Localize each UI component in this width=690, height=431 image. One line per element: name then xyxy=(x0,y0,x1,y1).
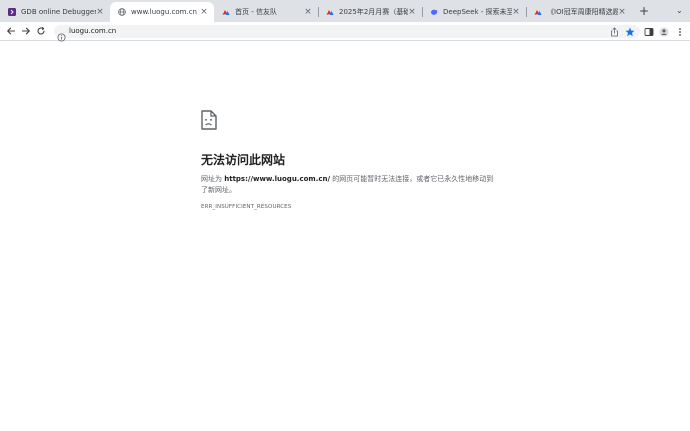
close-icon[interactable]: × xyxy=(618,7,626,17)
tab-luogu[interactable]: www.luogu.com.cn × xyxy=(110,2,214,22)
reload-icon[interactable] xyxy=(35,25,47,37)
error-url: https://www.luogu.com.cn/ xyxy=(224,175,331,183)
xinyoudui-icon xyxy=(326,8,334,16)
side-panel-icon[interactable] xyxy=(644,27,654,37)
tab-search-icon[interactable]: ⌄ xyxy=(676,6,683,15)
forward-icon[interactable] xyxy=(20,25,32,37)
error-code: ERR_INSUFFICIENT_RESOURCES xyxy=(201,204,292,210)
tab-gdb[interactable]: GDB online Debugger | Cod × xyxy=(0,2,110,22)
error-description: 网址为 https://www.luogu.com.cn/ 的网页可能暂时无法连… xyxy=(201,174,496,196)
close-icon[interactable]: × xyxy=(408,7,416,17)
tab-deepseek[interactable]: DeepSeek - 探索未至之境 × xyxy=(422,2,526,22)
close-icon[interactable]: × xyxy=(200,7,208,17)
tab-title: www.luogu.com.cn xyxy=(131,8,197,16)
new-tab-button[interactable]: + xyxy=(637,4,651,18)
error-heading: 无法访问此网站 xyxy=(201,153,286,167)
tab-title: GDB online Debugger | Cod xyxy=(21,8,96,16)
url-text[interactable]: luogu.com.cn xyxy=(69,26,116,37)
tab-title: 2025年2月月赛（基础组） xyxy=(339,8,408,16)
desc-prefix: 网址为 xyxy=(201,175,225,183)
bookmark-star-icon[interactable] xyxy=(625,27,635,37)
back-icon[interactable] xyxy=(5,25,17,37)
profile-icon[interactable] xyxy=(659,27,669,37)
tab-ioi-list[interactable]: 《IOI冠军周康阳精选题单》 × xyxy=(526,2,632,22)
info-icon[interactable] xyxy=(57,27,66,42)
close-icon[interactable]: × xyxy=(96,7,104,17)
xinyoudui-icon xyxy=(222,8,230,16)
address-bar[interactable]: luogu.com.cn xyxy=(54,25,640,42)
tab-title: 首页 - 信友队 xyxy=(235,8,277,16)
close-icon[interactable]: × xyxy=(304,7,312,17)
tab-title: DeepSeek - 探索未至之境 xyxy=(443,8,512,16)
gdb-icon xyxy=(8,8,16,16)
close-icon[interactable]: × xyxy=(512,7,520,17)
globe-icon xyxy=(118,8,126,16)
tab-title: 《IOI冠军周康阳精选题单》 xyxy=(547,8,618,16)
tab-monthly-contest[interactable]: 2025年2月月赛（基础组） × xyxy=(318,2,422,22)
tab-strip: GDB online Debugger | Cod × www.luogu.co… xyxy=(0,0,690,22)
xinyoudui-icon xyxy=(534,8,542,16)
share-icon[interactable] xyxy=(609,27,619,37)
tab-xinyoudui-home[interactable]: 首页 - 信友队 × xyxy=(214,2,318,22)
menu-icon[interactable] xyxy=(675,27,685,37)
deepseek-icon xyxy=(430,8,438,16)
sad-page-icon xyxy=(200,110,218,130)
